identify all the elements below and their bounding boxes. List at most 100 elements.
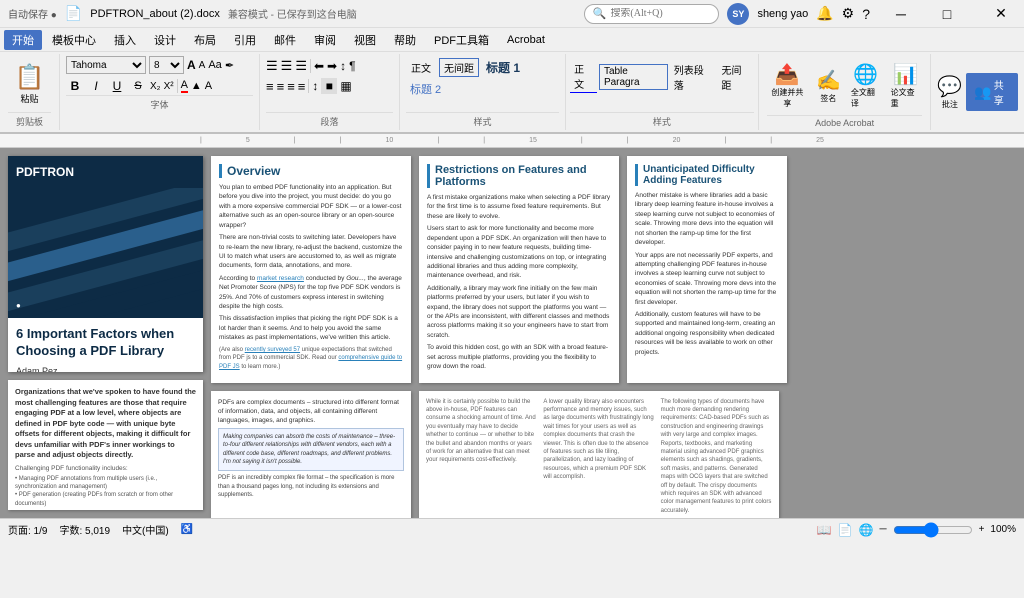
justify-btn[interactable]: ≡ [298, 79, 306, 94]
show-marks-btn[interactable]: ¶ [349, 59, 355, 73]
autosave-label: 自动保存 ● [8, 6, 57, 21]
cover-logo: PDFTRON [8, 156, 203, 188]
accessibility-icon[interactable]: ♿ [181, 524, 193, 535]
menu-tab-design[interactable]: 设计 [146, 30, 184, 50]
web-layout-btn[interactable]: 🌐 [859, 523, 874, 537]
cover-title: 6 Important Factors when Choosing a PDF … [16, 326, 195, 360]
menu-tab-help[interactable]: 帮助 [386, 30, 424, 50]
cover-page: PDFTRON ● 6 Important Factors when Choos… [8, 156, 203, 372]
bottom-left-panel: Organizations that we've spoken to have … [8, 380, 203, 510]
middle-center-panel: While it is certainly possible to build … [419, 391, 779, 518]
menu-tab-start[interactable]: 开始 [4, 30, 42, 50]
font-shrink-btn[interactable]: A [199, 60, 206, 71]
menu-tab-references[interactable]: 引用 [226, 30, 264, 50]
window-restore[interactable]: □ [924, 0, 970, 28]
increase-indent-btn[interactable]: ➡ [327, 59, 337, 73]
zoom-out-btn[interactable]: ─ [879, 524, 886, 535]
menu-tab-template[interactable]: 模板中心 [44, 30, 104, 50]
create-share-btn[interactable]: 📤 创建并共享 [767, 60, 808, 111]
bullets-btn[interactable]: ☰ [266, 58, 278, 74]
font-size-select[interactable]: 8 [149, 56, 184, 74]
subscript-btn[interactable]: X₂ [150, 81, 161, 92]
user-avatar[interactable]: SY [727, 3, 749, 25]
styles-group: 正文 无间距 标题 1 标题 2 样式 [400, 54, 566, 130]
menu-tab-pdftoolbox[interactable]: PDF工具箱 [426, 30, 497, 50]
window-minimize[interactable]: ─ [878, 0, 924, 28]
restrictions-panel: Restrictions on Features and Platforms A… [419, 156, 619, 383]
bold-btn[interactable]: B [66, 77, 84, 95]
word-count: 字数: 5,019 [59, 522, 110, 537]
notification-icon[interactable]: 🔔 [816, 5, 833, 22]
font-grow-btn[interactable]: A [187, 58, 196, 72]
highlight-btn[interactable]: ▲ [191, 80, 202, 92]
user-name: sheng yao [757, 8, 808, 20]
strikethrough-btn[interactable]: S [129, 77, 147, 95]
paragraph-group: ☰ ☰ ☰ ⬅ ➡ ↕ ¶ ≡ ≡ ≡ ≡ ↕ ■ ▦ 段落 [260, 54, 400, 130]
menu-tab-review[interactable]: 审阅 [306, 30, 344, 50]
ruler: |5||10||15||20||25 [0, 134, 1024, 148]
comment-btn[interactable]: 💬 批注 [937, 74, 962, 110]
font-name-select[interactable]: Tahoma [66, 56, 146, 74]
column-list-item[interactable]: 列表段落 [670, 61, 716, 93]
help-icon[interactable]: ? [862, 6, 870, 22]
window-close[interactable]: ✕ [978, 0, 1024, 28]
file-icon: 📄 [65, 5, 82, 22]
style-no-spacing[interactable]: 无间距 [439, 58, 479, 77]
zoom-level: 100% [990, 524, 1016, 535]
style-normal[interactable]: 正文 [406, 58, 436, 77]
align-right-btn[interactable]: ≡ [287, 79, 295, 94]
page-info: 页面: 1/9 [8, 522, 47, 537]
adobe-comment-btn[interactable]: ✍ 签名 [814, 66, 843, 106]
comment-share-group: 💬 批注 👥 共享 [931, 54, 1024, 130]
search-icon: 🔍 [593, 7, 607, 20]
zoom-in-btn[interactable]: + [979, 524, 985, 535]
shading-btn[interactable]: ■ [321, 78, 337, 94]
menu-tab-view[interactable]: 视图 [346, 30, 384, 50]
share-btn[interactable]: 👥 共享 [966, 73, 1018, 111]
print-layout-btn[interactable]: 📄 [838, 523, 853, 537]
paper-check-btn[interactable]: 📊 论文查重 [889, 60, 923, 111]
multilevel-btn[interactable]: ☰ [295, 58, 307, 74]
cover-author: Adam Pez [16, 366, 195, 372]
menu-tab-acrobat[interactable]: Acrobat [499, 32, 553, 48]
clear-format-btn[interactable]: Aa [208, 59, 221, 71]
cover-subtitle-icon: ● [16, 301, 21, 310]
pdf-complex-panel: PDFs are complex documents – structured … [211, 391, 411, 518]
clipboard-group: 📋 粘贴 剪贴板 [0, 54, 60, 130]
full-translate-btn[interactable]: 🌐 全文翻译 [849, 60, 883, 111]
text-effects-btn[interactable]: A [205, 80, 212, 92]
menu-tab-mail[interactable]: 邮件 [266, 30, 304, 50]
decrease-indent-btn[interactable]: ⬅ [314, 59, 324, 73]
read-mode-btn[interactable]: 📖 [817, 523, 832, 537]
font-color-btn[interactable]: A [181, 79, 188, 93]
style-normal-item[interactable]: 正文 [570, 60, 597, 93]
numbering-btn[interactable]: ☰ [281, 58, 293, 74]
sort-btn[interactable]: ↕ [340, 59, 346, 73]
unanticipated-title: Unanticipated Difficulty Adding Features [635, 164, 779, 186]
style-h2[interactable]: 标题 2 [406, 80, 445, 98]
menu-tab-layout[interactable]: 布局 [186, 30, 224, 50]
menu-tab-insert[interactable]: 插入 [106, 30, 144, 50]
table-para-item[interactable]: Table Paragra [599, 64, 668, 90]
italic-btn[interactable]: I [87, 77, 105, 95]
unanticipated-panel: Unanticipated Difficulty Adding Features… [627, 156, 787, 383]
align-left-btn[interactable]: ≡ [266, 79, 274, 94]
settings-icon[interactable]: ⚙ [842, 5, 855, 22]
font-group: Tahoma 8 A A Aa ✒ B I U S X₂ X² A ▲ [60, 54, 260, 130]
search-input[interactable] [610, 8, 710, 19]
style-h1[interactable]: 标题 1 [482, 58, 524, 77]
align-center-btn[interactable]: ≡ [277, 79, 285, 94]
superscript-btn[interactable]: X² [164, 81, 174, 92]
restrictions-title: Restrictions on Features and Platforms [427, 164, 611, 188]
language-label: 中文(中国) [122, 522, 169, 537]
underline-btn[interactable]: U [108, 77, 126, 95]
main-content: PDFTRON ● 6 Important Factors when Choos… [0, 148, 1024, 518]
font-change-btn[interactable]: ✒ [225, 59, 234, 72]
zoom-slider[interactable] [893, 524, 973, 536]
borders-btn[interactable]: ▦ [340, 79, 351, 93]
search-box[interactable]: 🔍 [584, 4, 720, 24]
no-spacing-item[interactable]: 无间距 [717, 61, 753, 93]
overview-title: Overview [219, 164, 403, 178]
paste-button[interactable]: 📋 粘贴 [11, 61, 49, 107]
line-spacing-btn[interactable]: ↕ [312, 79, 318, 93]
